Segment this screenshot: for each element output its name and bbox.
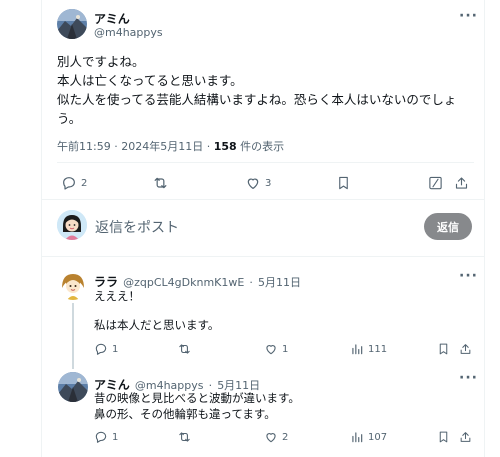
share-icon (455, 177, 468, 189)
like-button[interactable]: 1 (264, 342, 288, 356)
share-icon (460, 432, 471, 442)
more-options-icon[interactable]: ··· (459, 8, 478, 24)
avatar[interactable] (58, 372, 88, 402)
reply-button[interactable]: 2 (61, 175, 87, 191)
like-count: 3 (265, 177, 272, 189)
like-button[interactable]: 3 (245, 175, 271, 191)
post-date[interactable]: 2024年5月11日 (121, 140, 203, 153)
reply-count: 1 (112, 431, 119, 443)
divider (41, 256, 484, 257)
meta-separator: · (249, 276, 253, 289)
user-avatar[interactable] (57, 210, 87, 240)
repost-button[interactable] (152, 175, 169, 191)
meta-separator: · (114, 140, 118, 153)
repost-icon (154, 177, 167, 189)
more-options-icon[interactable]: ··· (459, 370, 478, 386)
bookmark-icon (439, 343, 448, 355)
reply-icon (95, 343, 107, 355)
share-icon (460, 344, 471, 354)
avatar[interactable] (57, 9, 87, 39)
post-time[interactable]: 午前11:59 (57, 140, 111, 153)
author-handle[interactable]: @m4happys (94, 26, 163, 39)
repost-icon (179, 432, 190, 442)
bookmark-button[interactable] (437, 342, 450, 356)
share-button[interactable] (454, 175, 469, 191)
grok-button[interactable] (428, 175, 443, 191)
reply-button[interactable]: 1 (94, 430, 118, 444)
like-count: 1 (282, 343, 289, 355)
bookmark-button[interactable] (336, 175, 351, 191)
views-count: 158 (213, 140, 237, 153)
meta-separator: · (206, 140, 211, 153)
left-column-border (41, 0, 42, 457)
divider (41, 199, 484, 200)
reply-icon (95, 431, 107, 443)
share-button[interactable] (459, 342, 472, 356)
reply-count: 1 (112, 343, 119, 355)
right-column-border (484, 0, 485, 457)
heart-icon (247, 178, 259, 189)
reply-text-line: 鼻の形、その他輪郭も違ってます。 (94, 407, 276, 421)
views-count: 111 (368, 343, 388, 355)
post-text-line: 別人ですよね。 (57, 54, 145, 69)
like-count: 2 (282, 431, 289, 443)
heart-icon (266, 433, 276, 443)
views-button[interactable]: 111 (350, 342, 387, 356)
views-count: 107 (368, 431, 388, 443)
views-button[interactable]: 107 (350, 430, 387, 444)
reply-text-line: えええ！ (94, 289, 140, 303)
reply-input[interactable]: 返信をポスト (95, 217, 179, 237)
reply-icon (63, 177, 75, 190)
share-button[interactable] (459, 430, 472, 444)
analytics-icon (352, 432, 363, 443)
divider (57, 162, 474, 163)
post-meta: 午前11:59 · 2024年5月11日 · 158 件の表示 (57, 138, 284, 154)
reply-text-line: 私は本人だと思います。 (94, 318, 220, 332)
post-text-line: 本人は亡くなってると思います。 (57, 73, 243, 88)
author-name[interactable]: アミん (94, 10, 130, 27)
reply-date[interactable]: 5月11日 (258, 276, 301, 289)
like-button[interactable]: 2 (264, 430, 288, 444)
post-text-line: 似た人を使ってる芸能人結構いますよね。恐らく本人はいないのでしょ (57, 92, 457, 107)
thread-line (72, 303, 74, 369)
repost-button[interactable] (177, 342, 192, 356)
reply-count: 2 (81, 177, 88, 189)
avatar[interactable] (58, 270, 88, 300)
heart-icon (266, 345, 276, 355)
bookmark-icon (439, 431, 448, 443)
more-options-icon[interactable]: ··· (459, 268, 478, 284)
views-label: 件の表示 (240, 140, 285, 153)
bookmark-icon (339, 176, 348, 190)
repost-icon (179, 344, 190, 354)
reply-submit-button[interactable]: 返信 (424, 213, 472, 240)
bookmark-button[interactable] (437, 430, 450, 444)
reply-button[interactable]: 1 (94, 342, 118, 356)
repost-button[interactable] (177, 430, 192, 444)
reply-author-handle[interactable]: @zqpCL4gDknmK1wE (123, 276, 244, 289)
grok-icon (429, 176, 442, 190)
post-text-line: う。 (57, 111, 82, 126)
analytics-icon (352, 344, 363, 355)
